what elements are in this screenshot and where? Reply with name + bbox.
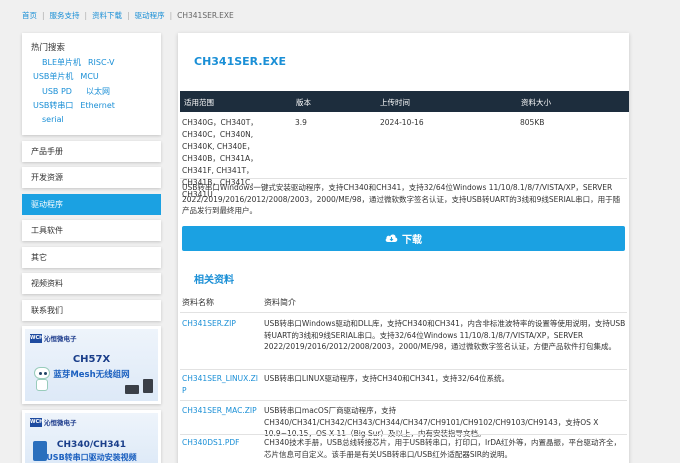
promo-banner-ch57x[interactable]: WCH 沁恒微电子 CH57X 蓝芽Mesh无线组网 (22, 326, 161, 404)
usb-board-icon (33, 441, 47, 461)
breadcrumb-support[interactable]: 服务支持 (50, 10, 80, 21)
nav-item-contact[interactable]: 联系我们 (22, 300, 161, 321)
related-desc: USB转串口Windows驱动和DLL库，支持CH340和CH341，内含非标准… (264, 319, 626, 352)
hot-link-riscv[interactable]: RISC-V (88, 58, 114, 67)
divider (180, 178, 627, 179)
related-link-mac[interactable]: CH341SER_MAC.ZIP (182, 405, 260, 417)
main-content: CH341SER.EXE 适用范围 版本 上传时间 资料大小 CH340G，CH… (178, 33, 629, 463)
related-desc: USB转串口LINUX驱动程序，支持CH340和CH341，支持32/64位系统… (264, 374, 510, 383)
nav-item-tools[interactable]: 工具软件 (22, 220, 161, 241)
file-date: 2024-10-16 (380, 118, 424, 127)
robot-icon (31, 367, 53, 397)
hot-search-links: BLE单片机 RISC-V USB单片机 MCU USB PD 以太网 USB转串口 E… (33, 56, 157, 127)
file-description: USB转串口Windows一键式安装驱动程序，支持CH340和CH341，支持3… (182, 183, 621, 216)
breadcrumb-separator: | (169, 10, 173, 20)
file-size: 805KB (520, 118, 545, 127)
divider (180, 369, 627, 370)
chip-icon (125, 385, 139, 394)
nav-item-drivers[interactable]: 驱动程序 (22, 194, 161, 215)
breadcrumb-separator: | (127, 10, 130, 20)
hot-link-usb-mcu[interactable]: USB单片机 (33, 72, 73, 81)
wch-logo-icon: WCH (30, 417, 44, 427)
promo-brand-name: 沁恒微电子 (44, 419, 77, 427)
related-link-linux[interactable]: CH341SER_LINUX.ZIP (182, 373, 260, 396)
promo-brand-name: 沁恒微电子 (44, 335, 77, 343)
hot-link-ethernet-cn[interactable]: 以太网 (86, 87, 110, 96)
header-date: 上传时间 (380, 98, 410, 107)
related-col-name: 资料名称 (182, 298, 214, 307)
nav-item-manual[interactable]: 产品手册 (22, 141, 161, 162)
file-table-header: 适用范围 版本 上传时间 资料大小 (180, 91, 629, 112)
hot-link-mcu[interactable]: MCU (80, 72, 98, 81)
breadcrumb-separator: | (42, 10, 45, 20)
divider (180, 400, 627, 401)
header-scope: 适用范围 (184, 98, 214, 107)
related-desc: CH340技术手册，USB总线转接芯片，用于USB转串口，打印口，IrDA红外等… (264, 438, 622, 459)
file-version: 3.9 (295, 118, 307, 127)
promo-brand: WCH 沁恒微电子 (30, 333, 77, 343)
header-version: 版本 (296, 98, 311, 107)
related-link-ch340ds1[interactable]: CH340DS1.PDF (182, 437, 260, 449)
breadcrumb-separator: | (84, 10, 88, 20)
breadcrumb: 首页 | 服务支持 | 资料下载 | 驱动程序 | CH341SER.EXE (22, 8, 234, 22)
divider (180, 312, 627, 313)
wch-logo-icon: WCH (30, 333, 44, 343)
download-button[interactable]: 下载 (182, 226, 625, 251)
download-label: 下载 (402, 235, 422, 246)
breadcrumb-current: CH341SER.EXE (177, 10, 234, 20)
cloud-download-icon (385, 234, 398, 242)
related-link-ch341ser-zip[interactable]: CH341SER.ZIP (182, 318, 260, 330)
nav-item-dev-resources[interactable]: 开发资源 (22, 167, 161, 188)
hot-link-serial[interactable]: serial (42, 115, 64, 124)
promo-banner-ch340[interactable]: WCH 沁恒微电子 CH340/CH341 USB转串口驱动安装视频 (22, 410, 161, 463)
related-col-desc: 资料简介 (264, 298, 296, 307)
hot-link-usb-pd[interactable]: USB PD (42, 87, 72, 96)
promo-brand: WCH 沁恒微电子 (30, 417, 77, 427)
hot-search-title: 热门搜索 (31, 43, 66, 53)
breadcrumb-download[interactable]: 资料下载 (92, 10, 122, 21)
chip-icon (143, 379, 153, 393)
hot-link-ethernet[interactable]: Ethernet (80, 101, 114, 110)
promo-title: CH57X (72, 354, 111, 365)
divider (180, 434, 627, 435)
header-size: 资料大小 (521, 98, 551, 107)
page-title: CH341SER.EXE (194, 55, 287, 68)
hot-search-panel: 热门搜索 BLE单片机 RISC-V USB单片机 MCU USB PD 以太网 US… (22, 33, 161, 135)
breadcrumb-driver[interactable]: 驱动程序 (135, 10, 165, 21)
related-title: 相关资料 (194, 275, 234, 286)
promo-background: WCH 沁恒微电子 CH57X 蓝芽Mesh无线组网 (25, 329, 158, 401)
nav-item-other[interactable]: 其它 (22, 247, 161, 268)
hot-link-ble[interactable]: BLE单片机 (42, 58, 81, 67)
nav-item-videos[interactable]: 视频资料 (22, 273, 161, 294)
hot-link-usb-serial[interactable]: USB转串口 (33, 101, 73, 110)
breadcrumb-home[interactable]: 首页 (22, 10, 37, 21)
promo-background: WCH 沁恒微电子 CH340/CH341 USB转串口驱动安装视频 (25, 413, 158, 463)
